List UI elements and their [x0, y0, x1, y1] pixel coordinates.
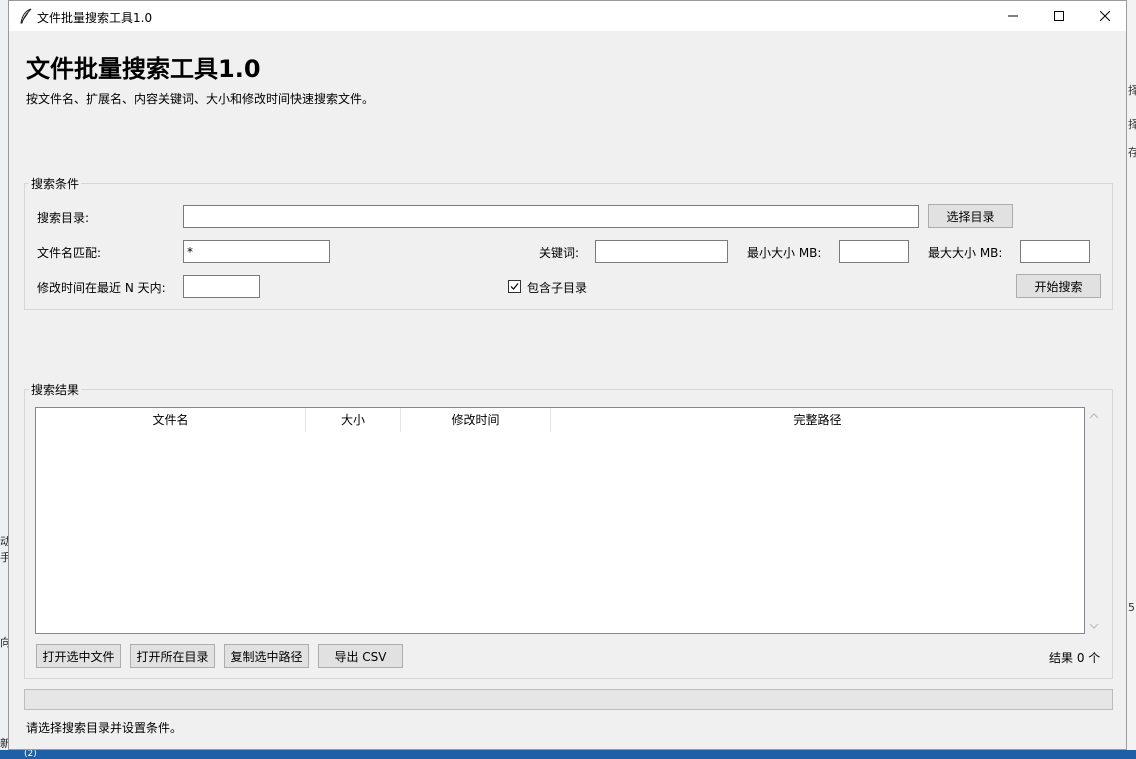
min-size-input[interactable]: [839, 240, 909, 263]
keyword-input[interactable]: [595, 240, 728, 263]
taskbar-strip: (2): [0, 749, 1136, 759]
title-bar[interactable]: 文件批量搜索工具1.0: [9, 1, 1126, 31]
close-button[interactable]: [1082, 1, 1128, 31]
start-search-button[interactable]: 开始搜索: [1016, 274, 1101, 298]
days-label: 修改时间在最近 N 天内:: [37, 281, 166, 295]
results-table-header: 文件名 大小 修改时间 完整路径: [36, 408, 1084, 432]
maximize-icon: [1054, 11, 1064, 21]
criteria-group-label: 搜索条件: [29, 175, 82, 192]
feather-icon: [19, 8, 33, 24]
export-csv-button[interactable]: 导出 CSV: [318, 644, 403, 668]
choose-dir-button[interactable]: 选择目录: [928, 204, 1013, 228]
background-text: 5: [1128, 601, 1135, 614]
status-text: 请选择搜索目录并设置条件。: [26, 721, 183, 735]
check-icon: [510, 283, 519, 290]
window-title: 文件批量搜索工具1.0: [37, 11, 153, 25]
results-table[interactable]: 文件名 大小 修改时间 完整路径: [35, 407, 1085, 634]
column-header-filename[interactable]: 文件名: [36, 408, 306, 432]
background-window-left: 动 手 向 新: [0, 0, 11, 759]
days-input[interactable]: [183, 275, 260, 298]
scroll-down-icon[interactable]: [1088, 620, 1100, 632]
column-header-mtime[interactable]: 修改时间: [401, 408, 551, 432]
subdir-label[interactable]: 包含子目录: [527, 279, 587, 296]
maximize-button[interactable]: [1036, 1, 1082, 31]
keyword-label: 关键词:: [539, 246, 580, 260]
min-size-label: 最小大小 MB:: [747, 246, 822, 260]
copy-path-button[interactable]: 复制选中路径: [224, 644, 309, 668]
background-window-right: 择 择 存 5: [1127, 0, 1136, 759]
column-header-path[interactable]: 完整路径: [551, 408, 1084, 432]
column-header-size[interactable]: 大小: [306, 408, 401, 432]
max-size-label: 最大大小 MB:: [928, 246, 1003, 260]
name-label: 文件名匹配:: [37, 246, 102, 260]
page-title: 文件批量搜索工具1.0: [26, 55, 261, 83]
page-subtitle: 按文件名、扩展名、内容关键词、大小和修改时间快速搜索文件。: [26, 92, 375, 106]
open-dir-button[interactable]: 打开所在目录: [130, 644, 215, 668]
name-pattern-input[interactable]: [183, 240, 330, 263]
background-text: (2): [24, 749, 37, 759]
background-text: 存: [1128, 146, 1136, 159]
scroll-up-icon[interactable]: [1088, 410, 1100, 422]
minimize-button[interactable]: [990, 1, 1036, 31]
minimize-icon: [1008, 15, 1018, 17]
background-text: 择: [1128, 118, 1136, 131]
dir-label: 搜索目录:: [37, 211, 90, 225]
dir-input[interactable]: [183, 205, 919, 228]
progress-bar: [24, 689, 1113, 710]
close-icon: [1100, 11, 1110, 21]
open-file-button[interactable]: 打开选中文件: [36, 644, 121, 668]
background-text: 择: [1128, 84, 1136, 97]
max-size-input[interactable]: [1020, 240, 1090, 263]
results-group-label: 搜索结果: [29, 381, 82, 398]
subdir-checkbox[interactable]: [508, 280, 521, 293]
app-window: 文件批量搜索工具1.0 文件批量搜索工具1.0 按文件名、扩展名、内容关键词、大…: [8, 0, 1127, 750]
result-count: 结果 0 个: [1049, 651, 1101, 665]
